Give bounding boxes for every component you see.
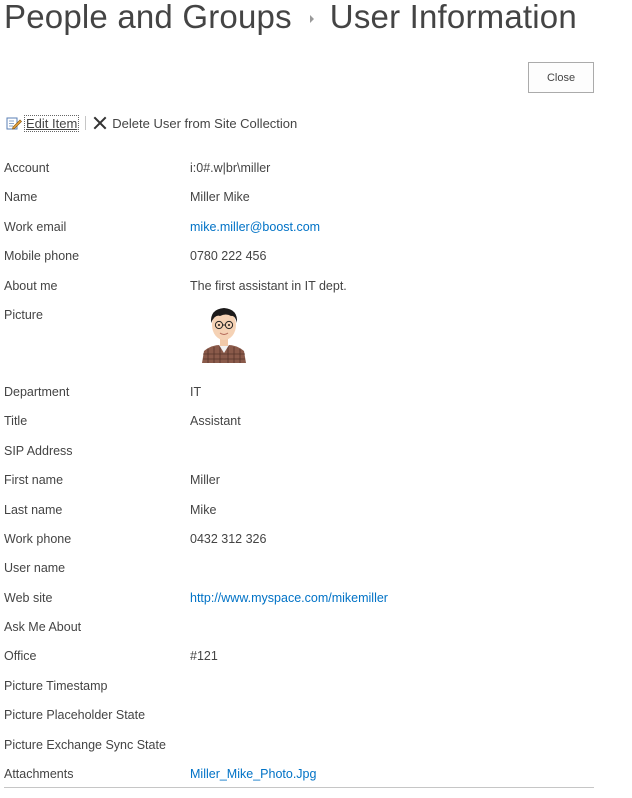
edit-item-label: Edit Item xyxy=(24,114,80,132)
field-name: Name Miller Mike xyxy=(4,182,604,211)
web-site-link[interactable]: http://www.myspace.com/mikemiller xyxy=(190,591,388,605)
field-value: i:0#.w|br\miller xyxy=(190,161,271,175)
field-label: Picture Exchange Sync State xyxy=(4,737,166,752)
field-web-site: Web site http://www.myspace.com/mikemill… xyxy=(4,583,604,612)
delete-user-button[interactable]: Delete User from Site Collection xyxy=(92,115,297,131)
breadcrumb-people-and-groups[interactable]: People and Groups xyxy=(4,0,292,36)
field-label: Account xyxy=(4,161,50,175)
field-label: Name xyxy=(4,190,38,205)
field-label: Picture xyxy=(4,307,43,322)
page-title: People and Groups User Information xyxy=(4,0,577,36)
field-mobile-phone: Mobile phone 0780 222 456 xyxy=(4,241,604,270)
field-value: Miller xyxy=(190,473,220,488)
field-label: Work email xyxy=(4,219,67,234)
field-label: Picture Timestamp xyxy=(4,678,108,693)
field-label: Mobile phone xyxy=(4,249,80,264)
user-photo-avatar xyxy=(198,300,250,363)
field-work-email: Work email mike.miller@boost.com xyxy=(4,212,604,241)
field-sip-address: SIP Address xyxy=(4,436,604,465)
attachment-link[interactable]: Miller_Mike_Photo.Jpg xyxy=(190,767,316,781)
field-label: First name xyxy=(4,473,64,488)
field-value: #121 xyxy=(190,649,218,664)
page-title-text: User Information xyxy=(329,0,577,35)
field-label: Picture Placeholder State xyxy=(4,708,146,723)
field-account: Account i:0#.w|br\miller xyxy=(4,153,604,182)
field-title: Title Assistant xyxy=(4,406,604,435)
field-value: 0432 312 326 xyxy=(190,531,267,546)
close-x-icon xyxy=(93,116,107,130)
field-value: The first assistant in IT dept. xyxy=(190,278,347,293)
field-label: Last name xyxy=(4,502,63,517)
field-label: Ask Me About xyxy=(4,620,82,635)
toolbar: Edit Item Delete User from Site Collecti… xyxy=(6,114,297,132)
work-email-link[interactable]: mike.miller@boost.com xyxy=(190,220,320,234)
toolbar-divider xyxy=(85,116,87,130)
field-label: Attachments xyxy=(4,767,74,782)
field-value: Miller Mike xyxy=(190,190,250,205)
user-fields: Account i:0#.w|br\miller Name Miller Mik… xyxy=(4,153,604,788)
field-label: Title xyxy=(4,414,28,429)
field-picture-timestamp: Picture Timestamp xyxy=(4,671,604,700)
field-label: About me xyxy=(4,278,58,293)
field-value: 0780 222 456 xyxy=(190,249,267,264)
field-label: Office xyxy=(4,649,37,664)
field-label: Work phone xyxy=(4,531,72,546)
edit-pencil-icon xyxy=(6,117,22,130)
field-picture: Picture xyxy=(4,300,604,377)
field-ask-me-about: Ask Me About xyxy=(4,612,604,641)
field-work-phone: Work phone 0432 312 326 xyxy=(4,524,604,553)
field-picture-placeholder-state: Picture Placeholder State xyxy=(4,700,604,729)
user-information-page: People and Groups User Information Close… xyxy=(0,0,632,798)
breadcrumb-separator-icon xyxy=(309,15,314,23)
field-user-name: User name xyxy=(4,553,604,582)
close-button[interactable]: Close xyxy=(528,62,594,93)
field-office: Office #121 xyxy=(4,641,604,670)
field-value: Mike xyxy=(190,502,217,517)
edit-item-button[interactable]: Edit Item xyxy=(6,114,80,132)
delete-user-label: Delete User from Site Collection xyxy=(112,115,298,131)
field-label: User name xyxy=(4,561,66,576)
field-attachments: Attachments Miller_Mike_Photo.Jpg xyxy=(4,759,604,788)
field-about-me: About me The first assistant in IT dept. xyxy=(4,271,604,300)
field-label: SIP Address xyxy=(4,443,73,458)
field-last-name: Last name Mike xyxy=(4,495,604,524)
bottom-divider xyxy=(4,787,594,788)
field-label: Department xyxy=(4,384,70,399)
field-department: Department IT xyxy=(4,377,604,406)
field-value: IT xyxy=(190,384,202,399)
field-label: Web site xyxy=(4,590,53,605)
field-picture-exchange-sync-state: Picture Exchange Sync State xyxy=(4,730,604,759)
field-first-name: First name Miller xyxy=(4,465,604,494)
field-value: Assistant xyxy=(190,414,241,429)
